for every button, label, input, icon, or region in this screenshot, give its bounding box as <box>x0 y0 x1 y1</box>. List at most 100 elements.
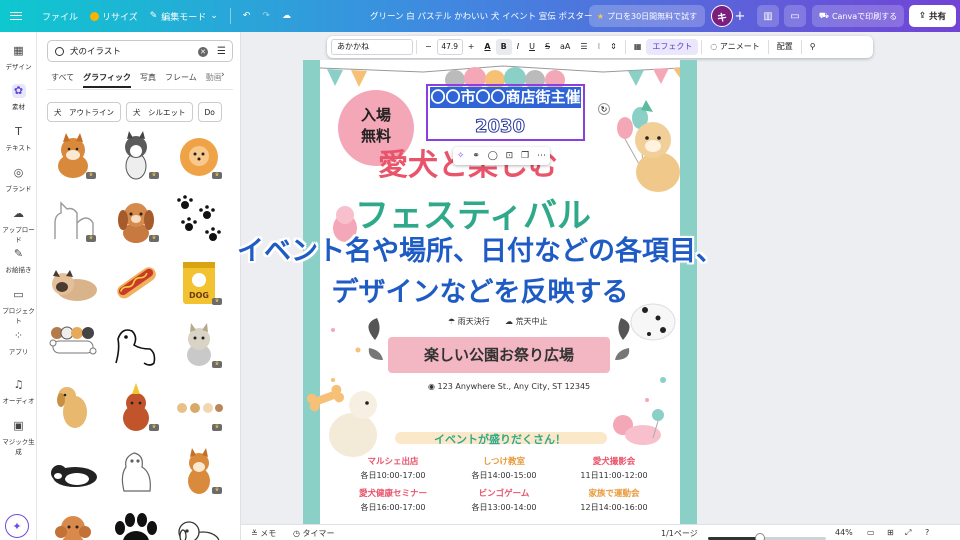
duplicate-icon[interactable]: ❐ <box>521 151 529 161</box>
cloud-save-icon[interactable]: ☁ <box>276 5 297 27</box>
rotate-handle-icon[interactable]: ↻ <box>598 103 610 115</box>
event-item[interactable]: しつけ教室 各日14:00-15:00 <box>444 456 564 482</box>
font-size-decrease-button[interactable]: − <box>420 39 437 55</box>
graphic-akita-dog[interactable]: ♛ <box>173 445 225 497</box>
strikethrough-button[interactable]: S <box>540 39 555 55</box>
print-button[interactable]: ⛟ Canvaで印刷する <box>812 5 904 27</box>
clear-search-icon[interactable]: ✕ <box>198 47 208 57</box>
magic-edit-icon[interactable]: ✧ <box>457 151 465 161</box>
rail-item-brand[interactable]: ◎ ブランド <box>0 166 37 193</box>
underline-button[interactable]: U <box>524 39 540 55</box>
text-color-button[interactable]: A <box>479 39 495 55</box>
graphic-sleeping-bordercollie[interactable] <box>47 445 99 497</box>
chip-dog-silhouette[interactable]: 犬 シルエット <box>126 102 193 122</box>
filter-icon[interactable]: ☰ <box>217 46 226 57</box>
graphic-golden-retriever[interactable] <box>47 382 99 434</box>
graphic-party-poodle[interactable]: ♛ <box>110 382 162 434</box>
font-size-input[interactable]: 47.9 <box>436 39 463 55</box>
rail-item-design[interactable]: ▦ デザイン <box>0 44 37 71</box>
undo-button[interactable]: ↶ <box>237 5 257 27</box>
tab-photos[interactable]: 写真 <box>140 72 156 88</box>
weather-storm-text[interactable]: ☁ 荒天中止 <box>505 316 548 327</box>
animate-button[interactable]: ◌ アニメート <box>705 39 764 55</box>
spacing-icon[interactable]: ⇕ <box>605 39 622 55</box>
graphic-sketch-dog[interactable] <box>110 445 162 497</box>
graphic-husky-dog[interactable]: ♛ <box>110 130 162 182</box>
tab-videos[interactable]: 動画 <box>206 72 222 88</box>
chip-more[interactable]: Do <box>197 102 222 122</box>
page-indicator[interactable]: 1/1ページ <box>661 528 698 539</box>
resize-button[interactable]: リサイズ <box>84 5 144 27</box>
tab-all[interactable]: すべて <box>51 72 74 88</box>
event-item[interactable]: 愛犬撮影会 11日11:00-12:00 <box>554 456 674 482</box>
tabs-next-icon[interactable]: › <box>221 70 225 80</box>
graphic-yorkie-dog[interactable]: ♛ <box>173 319 225 371</box>
edit-mode-dropdown[interactable]: ✎ 編集モード ⌄ <box>144 5 224 27</box>
host-organizer-text[interactable]: 〇〇市〇〇商店街主催 <box>430 87 581 108</box>
graphic-black-paw[interactable] <box>110 508 162 540</box>
notes-button[interactable]: ≚ メモ <box>251 528 276 539</box>
address-label: 123 Anywhere St., Any City, ST 12345 <box>437 382 591 391</box>
search-input[interactable]: 犬のイラスト ✕ ☰ <box>47 40 233 62</box>
address-text[interactable]: ◉ 123 Anywhere St., Any City, ST 12345 <box>428 382 590 391</box>
event-year-text[interactable]: 2030 <box>303 116 697 138</box>
font-selector[interactable]: あかかね <box>331 39 413 55</box>
file-menu[interactable]: ファイル <box>36 5 84 27</box>
graphic-shiba-dog[interactable]: ♛ <box>47 130 99 182</box>
lock-icon[interactable]: ⊡ <box>506 151 514 161</box>
graphic-small-dogs-set[interactable]: ♛ <box>173 382 225 434</box>
tab-frames[interactable]: フレーム <box>165 72 197 88</box>
bold-button[interactable]: B <box>495 39 512 55</box>
venue-ribbon-banner[interactable]: 楽しい公園お祭り広場 <box>372 337 626 373</box>
position-button[interactable]: 配置 <box>772 39 798 55</box>
letter-case-button[interactable]: aA <box>555 39 575 55</box>
user-avatar[interactable]: キ <box>711 5 733 27</box>
comment-icon[interactable]: ▭ <box>784 5 806 27</box>
graphic-toy-poodle[interactable]: ♛ <box>47 508 99 540</box>
grid-view-icon[interactable]: ⊞ <box>887 528 894 537</box>
zoom-percent[interactable]: 44% <box>835 528 853 537</box>
chip-dog-outline[interactable]: 犬 アウトライン <box>47 102 121 122</box>
fullscreen-icon[interactable]: ⤢ <box>905 528 911 538</box>
effects-button[interactable]: エフェクト <box>646 39 699 55</box>
rail-item-text[interactable]: T テキスト <box>0 125 37 152</box>
rail-item-audio[interactable]: ♫ オーディオ <box>0 378 37 405</box>
bullet-list-icon[interactable]: ⁝ <box>593 39 606 55</box>
timer-button[interactable]: ◷ タイマー <box>293 528 335 539</box>
comment-icon[interactable]: ◯ <box>488 151 498 161</box>
magic-assistant-button[interactable]: ✦ <box>5 514 29 538</box>
rail-item-magic[interactable]: ▣ マジック生成 <box>0 419 37 456</box>
redo-button[interactable]: ↷ <box>256 5 276 27</box>
page-grid-icon[interactable]: ▭ <box>867 528 875 537</box>
tab-graphics[interactable]: グラフィック <box>83 72 131 88</box>
graphic-line-dog[interactable] <box>110 319 162 371</box>
graphic-outline-puppy[interactable] <box>173 508 225 540</box>
graphic-dog-bone-label[interactable] <box>47 319 99 371</box>
rail-item-elements[interactable]: ✿ 素材 <box>0 84 37 111</box>
link-icon[interactable]: ⚭ <box>472 151 480 161</box>
share-button[interactable]: ⇪ 共有 <box>909 5 956 27</box>
divider <box>416 40 417 54</box>
event-item[interactable]: マルシェ出店 各日10:00-17:00 <box>333 456 453 482</box>
event-name: しつけ教室 <box>483 457 525 467</box>
help-icon[interactable]: ? <box>925 528 929 537</box>
zoom-slider-knob[interactable] <box>754 533 765 540</box>
document-title[interactable]: グリーン 白 パステル かわいい 犬 イベント 宣伝 ポスター <box>370 10 593 22</box>
add-collaborator-button[interactable]: + <box>733 6 747 26</box>
event-item[interactable]: ビンゴゲーム 各日13:00-14:00 <box>444 488 564 514</box>
events-heading[interactable]: イベントが盛りだくさん！ <box>303 431 697 447</box>
weather-rain-text[interactable]: ☂ 雨天決行 <box>448 316 490 327</box>
transparency-icon[interactable]: ▦ <box>629 39 647 55</box>
more-options-icon[interactable]: ⋯ <box>537 151 546 161</box>
paint-format-icon[interactable]: ⚲ <box>805 39 821 55</box>
event-item[interactable]: 愛犬健康セミナー 各日16:00-17:00 <box>333 488 453 514</box>
insights-chart-icon[interactable]: ▥ <box>757 5 779 27</box>
list-icon[interactable]: ☰ <box>575 39 592 55</box>
rail-item-apps[interactable]: ⁘ アプリ <box>0 329 37 356</box>
italic-button[interactable]: I <box>512 39 524 55</box>
menu-icon[interactable] <box>10 12 22 20</box>
font-size-increase-button[interactable]: + <box>463 39 480 55</box>
event-item[interactable]: 家族で運動会 12日14:00-16:00 <box>554 488 674 514</box>
pro-trial-button[interactable]: ★ プロを30日間無料で試す <box>589 5 705 27</box>
graphic-pomeranian-dog[interactable]: ♛ <box>173 130 225 182</box>
